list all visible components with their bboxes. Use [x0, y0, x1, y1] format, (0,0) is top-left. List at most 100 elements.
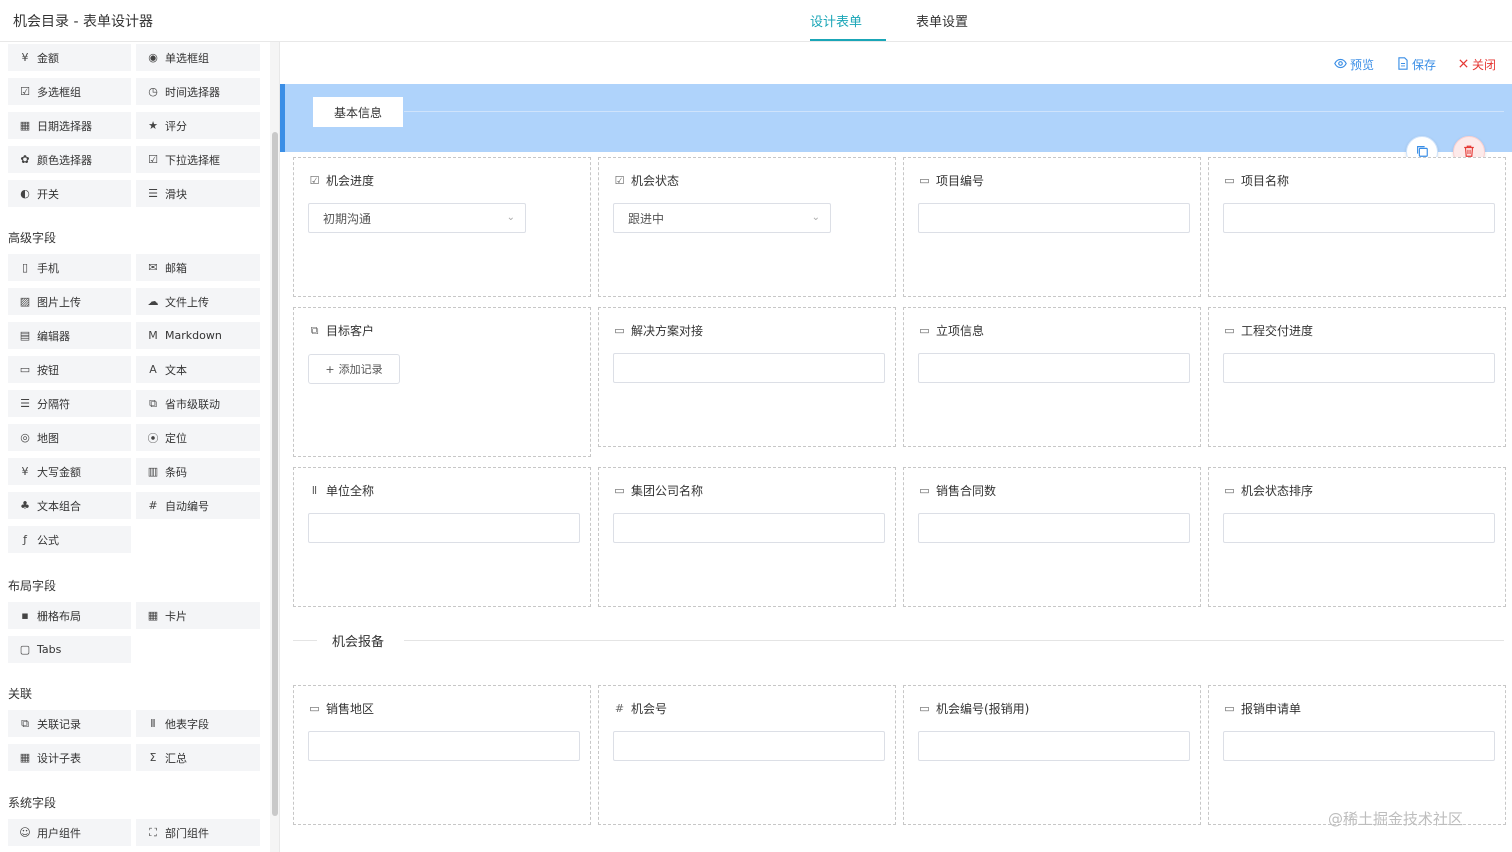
- field-label: ▭ 解决方案对接: [613, 322, 703, 339]
- form-field[interactable]: ☑ 机会状态 跟进中 ⌄: [598, 157, 896, 297]
- palette-item[interactable]: ▭ 按钮: [8, 356, 131, 383]
- section-title[interactable]: 基本信息: [313, 97, 403, 127]
- divider-title[interactable]: 机会报备: [332, 631, 384, 650]
- palette-item[interactable]: ◎ 地图: [8, 424, 131, 451]
- form-field[interactable]: ▭ 立项信息: [903, 307, 1201, 447]
- palette-section-title: 高级字段: [8, 231, 57, 245]
- field-input[interactable]: [308, 513, 580, 543]
- form-field[interactable]: ⧉ 目标客户 + 添加记录: [293, 307, 591, 457]
- palette-item[interactable]: ▥ 条码: [136, 458, 260, 485]
- tab-design-form[interactable]: 设计表单: [810, 11, 862, 30]
- palette-icon: ✿: [20, 153, 30, 166]
- save-button[interactable]: 保存: [1397, 56, 1436, 73]
- form-field[interactable]: ▭ 销售地区: [293, 685, 591, 825]
- field-select[interactable]: 跟进中 ⌄: [613, 203, 831, 233]
- palette-item[interactable]: ☁ 文件上传: [136, 288, 260, 315]
- palette-item[interactable]: ⛶ 部门组件: [136, 819, 260, 846]
- close-icon: [1458, 58, 1469, 72]
- field-label: ▭ 工程交付进度: [1223, 322, 1313, 339]
- palette-item[interactable]: ▯ 手机: [8, 254, 131, 281]
- form-field[interactable]: # 机会号: [598, 685, 896, 825]
- palette-item[interactable]: ▦ 日期选择器: [8, 112, 131, 139]
- add-record-button[interactable]: + 添加记录: [308, 354, 400, 384]
- form-field[interactable]: ▭ 项目编号: [903, 157, 1201, 297]
- palette-item[interactable]: Ⅱ 他表字段: [136, 710, 260, 737]
- palette-item-label: 关联记录: [37, 717, 81, 731]
- field-input[interactable]: [613, 353, 885, 383]
- palette-item[interactable]: ▨ 图片上传: [8, 288, 131, 315]
- palette-item[interactable]: ◷ 时间选择器: [136, 78, 260, 105]
- palette-item[interactable]: ✿ 颜色选择器: [8, 146, 131, 173]
- form-field[interactable]: ▭ 机会编号(报销用): [903, 685, 1201, 825]
- palette-item[interactable]: ☺ 用户组件: [8, 819, 131, 846]
- field-input[interactable]: [1223, 203, 1495, 233]
- palette-item[interactable]: ▪ 栅格布局: [8, 602, 131, 629]
- hash-icon: #: [614, 702, 625, 715]
- palette-item[interactable]: # 自动编号: [136, 492, 260, 519]
- palette-item[interactable]: ¥ 金额: [8, 44, 131, 71]
- close-label: 关闭: [1472, 58, 1497, 72]
- palette-item[interactable]: ☑ 多选框组: [8, 78, 131, 105]
- palette-item-label: 汇总: [165, 751, 187, 765]
- form-field[interactable]: ▭ 工程交付进度: [1208, 307, 1506, 447]
- palette-item[interactable]: ♣ 文本组合: [8, 492, 131, 519]
- palette-item-label: 栅格布局: [37, 609, 81, 623]
- palette-item[interactable]: ☰ 分隔符: [8, 390, 131, 417]
- field-input[interactable]: [918, 203, 1190, 233]
- cloud-upload-icon: ☁: [147, 295, 159, 308]
- palette-item-label: 编辑器: [37, 329, 70, 343]
- palette-item-label: 定位: [165, 431, 187, 445]
- palette-item[interactable]: Σ 汇总: [136, 744, 260, 771]
- palette-item[interactable]: ◐ 开关: [8, 180, 131, 207]
- palette-item[interactable]: ƒ 公式: [8, 526, 131, 553]
- input-icon: ▭: [614, 324, 625, 337]
- palette-item-label: 条码: [165, 465, 187, 479]
- field-input[interactable]: [1223, 353, 1495, 383]
- field-input[interactable]: [1223, 731, 1495, 761]
- form-field[interactable]: ▭ 解决方案对接: [598, 307, 896, 447]
- palette-item[interactable]: ✉ 邮箱: [136, 254, 260, 281]
- barcode-icon: ▥: [147, 465, 159, 478]
- field-input[interactable]: [918, 353, 1190, 383]
- form-field[interactable]: ▭ 销售合同数: [903, 467, 1201, 607]
- divider-left-line: [293, 640, 317, 641]
- field-label: ▭ 销售合同数: [918, 482, 996, 499]
- field-input[interactable]: [308, 731, 580, 761]
- field-input[interactable]: [613, 513, 885, 543]
- palette-item[interactable]: ⦿ 定位: [136, 424, 260, 451]
- close-button[interactable]: 关闭: [1458, 56, 1496, 73]
- palette-item-label: 自动编号: [165, 499, 209, 513]
- preview-button[interactable]: 预览: [1334, 56, 1374, 73]
- form-field[interactable]: ▭ 集团公司名称: [598, 467, 896, 607]
- palette-scrollbar-thumb[interactable]: [272, 132, 278, 816]
- palette-item[interactable]: ⧉ 省市级联动: [136, 390, 260, 417]
- form-field[interactable]: ▭ 项目名称: [1208, 157, 1506, 297]
- field-input[interactable]: [918, 513, 1190, 543]
- field-input[interactable]: [1223, 513, 1495, 543]
- form-field[interactable]: ▭ 报销申请单: [1208, 685, 1506, 825]
- palette-item[interactable]: ¥ 大写金额: [8, 458, 131, 485]
- section-header-band[interactable]: [280, 84, 1512, 152]
- palette-item[interactable]: ☑ 下拉选择框: [136, 146, 260, 173]
- field-select[interactable]: 初期沟通 ⌄: [308, 203, 526, 233]
- input-icon: ▭: [1224, 702, 1235, 715]
- palette-item[interactable]: ▦ 设计子表: [8, 744, 131, 771]
- palette-item[interactable]: ◉ 单选框组: [136, 44, 260, 71]
- palette-item[interactable]: ▦ 卡片: [136, 602, 260, 629]
- palette-item[interactable]: ★ 评分: [136, 112, 260, 139]
- form-field[interactable]: ▭ 机会状态排序: [1208, 467, 1506, 607]
- input-icon: ▭: [919, 174, 930, 187]
- form-field[interactable]: ☑ 机会进度 初期沟通 ⌄: [293, 157, 591, 297]
- palette-item[interactable]: ▢ Tabs: [8, 636, 131, 663]
- palette-item[interactable]: ▤ 编辑器: [8, 322, 131, 349]
- palette-item[interactable]: A 文本: [136, 356, 260, 383]
- palette-item[interactable]: M Markdown: [136, 322, 260, 349]
- form-field[interactable]: Ⅱ 单位全称: [293, 467, 591, 607]
- field-input[interactable]: [918, 731, 1190, 761]
- palette-item[interactable]: ☰ 滑块: [136, 180, 260, 207]
- field-input[interactable]: [613, 731, 885, 761]
- tab-form-settings[interactable]: 表单设置: [916, 11, 968, 30]
- palette-item-label: 时间选择器: [165, 85, 220, 99]
- palette-item-label: 评分: [165, 119, 187, 133]
- palette-item[interactable]: ⧉ 关联记录: [8, 710, 131, 737]
